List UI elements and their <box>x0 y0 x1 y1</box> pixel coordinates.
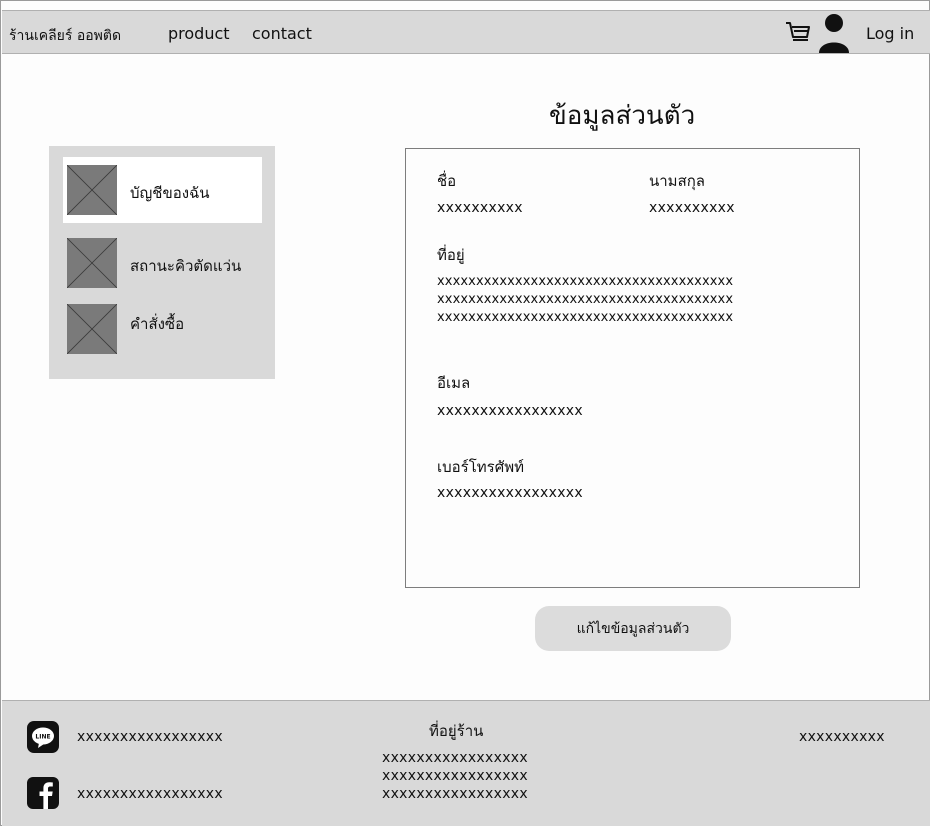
image-placeholder-icon <box>67 304 117 354</box>
store-address-line: xxxxxxxxxxxxxxxxx <box>382 750 528 766</box>
phone-label: เบอร์โทรศัพท์ <box>437 458 525 476</box>
sidebar-item-queue-status[interactable]: สถานะคิวตัดแว่น <box>63 230 262 296</box>
first-name-label: ชื่อ <box>437 172 457 190</box>
image-placeholder-icon <box>67 165 117 215</box>
address-label: ที่อยู่ <box>437 246 465 264</box>
sidebar-item-orders[interactable]: คำสั่งซื้อ <box>63 296 262 362</box>
profile-info-panel: ชื่อ xxxxxxxxxx นามสกุล xxxxxxxxxx ที่อย… <box>405 148 860 588</box>
store-address-line: xxxxxxxxxxxxxxxxx <box>382 786 528 802</box>
store-address: xxxxxxxxxxxxxxxxx xxxxxxxxxxxxxxxxx xxxx… <box>382 749 528 803</box>
footer: LINE xxxxxxxxxxxxxxxxx xxxxxxxxxxxxxxxxx… <box>2 700 930 826</box>
image-placeholder-icon <box>67 238 117 288</box>
footer-right-text: xxxxxxxxxx <box>799 729 885 745</box>
address-line: xxxxxxxxxxxxxxxxxxxxxxxxxxxxxxxxxxxxxx <box>437 274 734 289</box>
nav-product-link[interactable]: product <box>168 24 230 43</box>
nav-contact-link[interactable]: contact <box>252 24 312 43</box>
sidebar-item-label: คำสั่งซื้อ <box>130 315 185 333</box>
last-name-label: นามสกุล <box>649 172 705 190</box>
cart-icon[interactable] <box>784 19 812 47</box>
sidebar-item-my-account[interactable]: บัญชีของฉัน <box>63 157 262 223</box>
line-contact-text: xxxxxxxxxxxxxxxxx <box>77 729 223 745</box>
line-icon[interactable]: LINE <box>27 721 59 753</box>
user-icon[interactable] <box>817 13 851 53</box>
top-navbar: ร้านเคลียร์ ออพติด product contact Log i… <box>2 10 930 54</box>
address-value: xxxxxxxxxxxxxxxxxxxxxxxxxxxxxxxxxxxxxx x… <box>437 273 733 327</box>
page: ร้านเคลียร์ ออพติด product contact Log i… <box>0 0 930 826</box>
facebook-contact-text: xxxxxxxxxxxxxxxxx <box>77 786 223 802</box>
address-line: xxxxxxxxxxxxxxxxxxxxxxxxxxxxxxxxxxxxxx <box>437 310 734 325</box>
edit-profile-button[interactable]: แก้ไขข้อมูลส่วนตัว <box>535 606 731 651</box>
email-value: xxxxxxxxxxxxxxxxx <box>437 403 583 419</box>
facebook-icon[interactable] <box>27 777 59 809</box>
brand-name[interactable]: ร้านเคลียร์ ออพติด <box>9 25 121 47</box>
store-address-title: ที่อยู่ร้าน <box>429 722 484 740</box>
page-title: ข้อมูลส่วนตัว <box>549 101 696 131</box>
last-name-value: xxxxxxxxxx <box>649 200 735 216</box>
email-label: อีเมล <box>437 374 471 392</box>
sidebar-item-label: สถานะคิวตัดแว่น <box>130 257 242 275</box>
account-sidebar: บัญชีของฉัน สถานะคิวตัดแว่น คำสั่งซื้อ <box>49 146 275 379</box>
login-link[interactable]: Log in <box>866 24 914 43</box>
store-address-line: xxxxxxxxxxxxxxxxx <box>382 768 528 784</box>
svg-text:LINE: LINE <box>35 734 50 741</box>
address-line: xxxxxxxxxxxxxxxxxxxxxxxxxxxxxxxxxxxxxx <box>437 292 734 307</box>
sidebar-item-label: บัญชีของฉัน <box>130 184 210 202</box>
phone-value: xxxxxxxxxxxxxxxxx <box>437 485 583 501</box>
first-name-value: xxxxxxxxxx <box>437 200 523 216</box>
